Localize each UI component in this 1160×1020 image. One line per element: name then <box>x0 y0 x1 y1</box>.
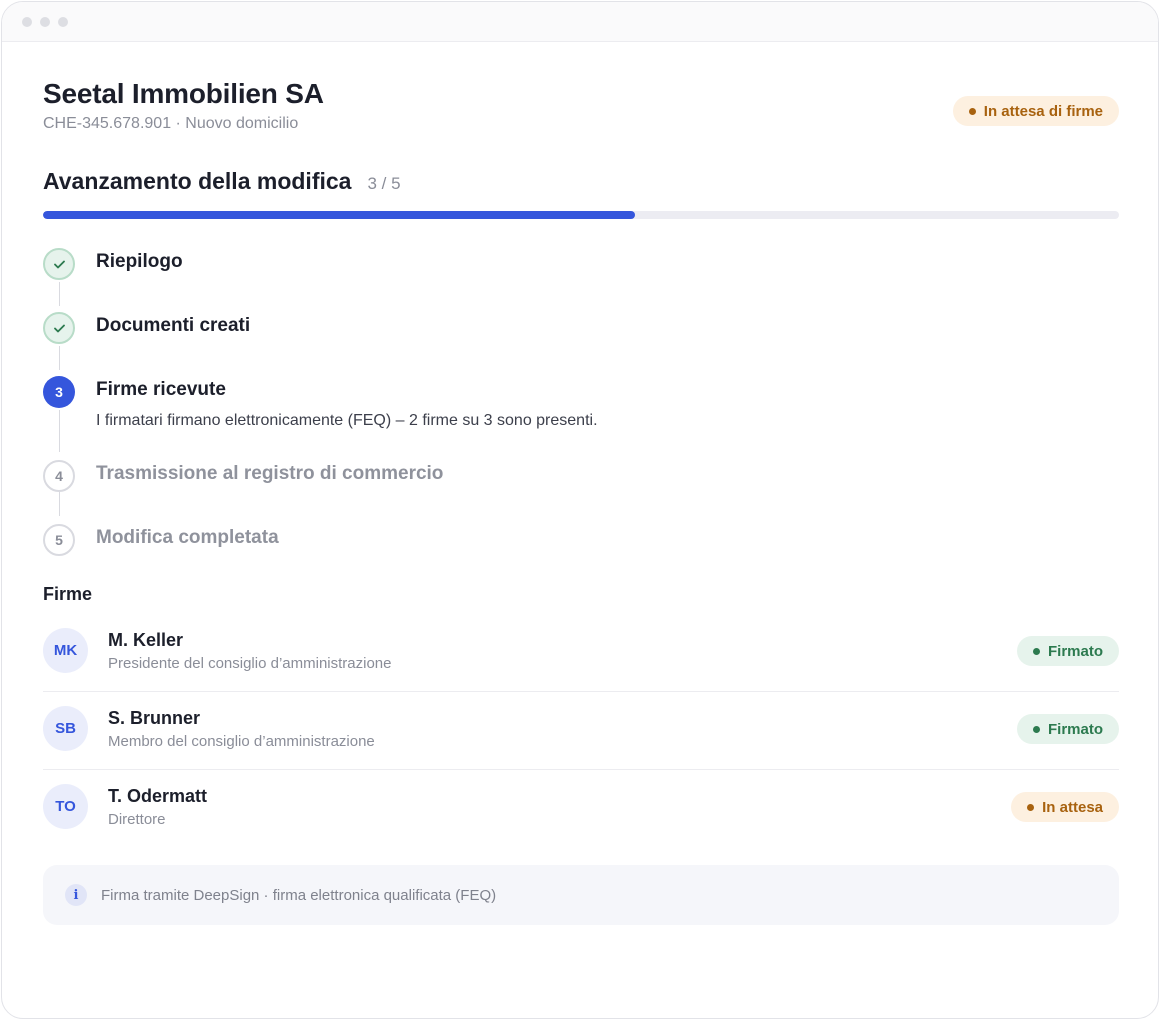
signer-list: MK M. Keller Presidente del consiglio d’… <box>43 614 1119 848</box>
step-label: Firme ricevute <box>96 379 226 400</box>
progress-bar-fill <box>43 211 635 219</box>
status-dot-icon <box>968 107 976 115</box>
info-box: i Firma tramite DeepSign · firma elettro… <box>43 865 1119 925</box>
step-number-badge: 5 <box>43 524 75 556</box>
signer-name: M. Keller <box>108 630 184 650</box>
signer-row: SB S. Brunner Membro del consiglio d’amm… <box>43 692 1119 770</box>
window-dot-icon <box>22 16 32 27</box>
signer-status-badge: Firmato <box>1016 714 1119 744</box>
info-icon: i <box>65 884 87 906</box>
signer-role: Direttore <box>108 811 166 828</box>
step-connector <box>59 282 60 306</box>
avatar: SB <box>43 706 88 751</box>
app-window: Seetal Immobilien SA CHE-345.678.901 · N… <box>1 1 1159 1019</box>
progress-count: 3 / 5 <box>367 174 401 193</box>
step-connector <box>59 410 60 452</box>
window-dot-icon <box>40 16 50 27</box>
avatar: MK <box>43 628 88 673</box>
signer-status-label: Firmato <box>1047 642 1103 660</box>
window-dot-icon <box>58 16 68 27</box>
signer-role: Membro del consiglio d’amministrazione <box>108 733 375 750</box>
signer-name: T. Odermatt <box>108 786 208 806</box>
progress-bar <box>43 211 1119 219</box>
progress-header: Avanzamento della modifica 3 / 5 <box>43 168 401 195</box>
step-label: Trasmissione al registro di commercio <box>96 463 444 484</box>
avatar: TO <box>43 784 88 829</box>
progress-title: Avanzamento della modifica <box>43 168 352 194</box>
check-icon <box>43 312 75 344</box>
check-icon <box>43 248 75 280</box>
status-dot-icon <box>1027 803 1035 811</box>
info-text: Firma tramite DeepSign · firma elettroni… <box>101 886 497 904</box>
status-badge-label: In attesa di firme <box>983 102 1103 120</box>
signer-status-label: Firmato <box>1047 720 1103 738</box>
step-label: Documenti creati <box>96 315 251 336</box>
signer-role: Presidente del consiglio d’amministrazio… <box>108 655 392 672</box>
step-label: Modifica completata <box>96 527 279 548</box>
company-header: Seetal Immobilien SA CHE-345.678.901 · N… <box>43 78 1119 133</box>
signer-status-label: In attesa <box>1042 798 1103 816</box>
signer-row: MK M. Keller Presidente del consiglio d’… <box>43 614 1119 692</box>
status-dot-icon <box>1032 647 1040 655</box>
step-number-badge: 4 <box>43 460 75 492</box>
step-description: I firmatari firmano elettronicamente (FE… <box>96 412 598 429</box>
step-number-badge: 3 <box>43 376 75 408</box>
signer-status-badge: Firmato <box>1016 636 1119 666</box>
step-label: Riepilogo <box>96 251 183 272</box>
step-connector <box>59 346 60 370</box>
step-connector <box>59 492 60 516</box>
signatures-title: Firme <box>43 584 93 604</box>
signer-row: TO T. Odermatt Direttore In attesa <box>43 770 1119 848</box>
status-badge: In attesa di firme <box>952 96 1119 126</box>
signer-name: S. Brunner <box>108 708 201 728</box>
status-dot-icon <box>1032 725 1040 733</box>
signer-status-badge: In attesa <box>1011 792 1119 822</box>
window-titlebar <box>2 2 1158 42</box>
